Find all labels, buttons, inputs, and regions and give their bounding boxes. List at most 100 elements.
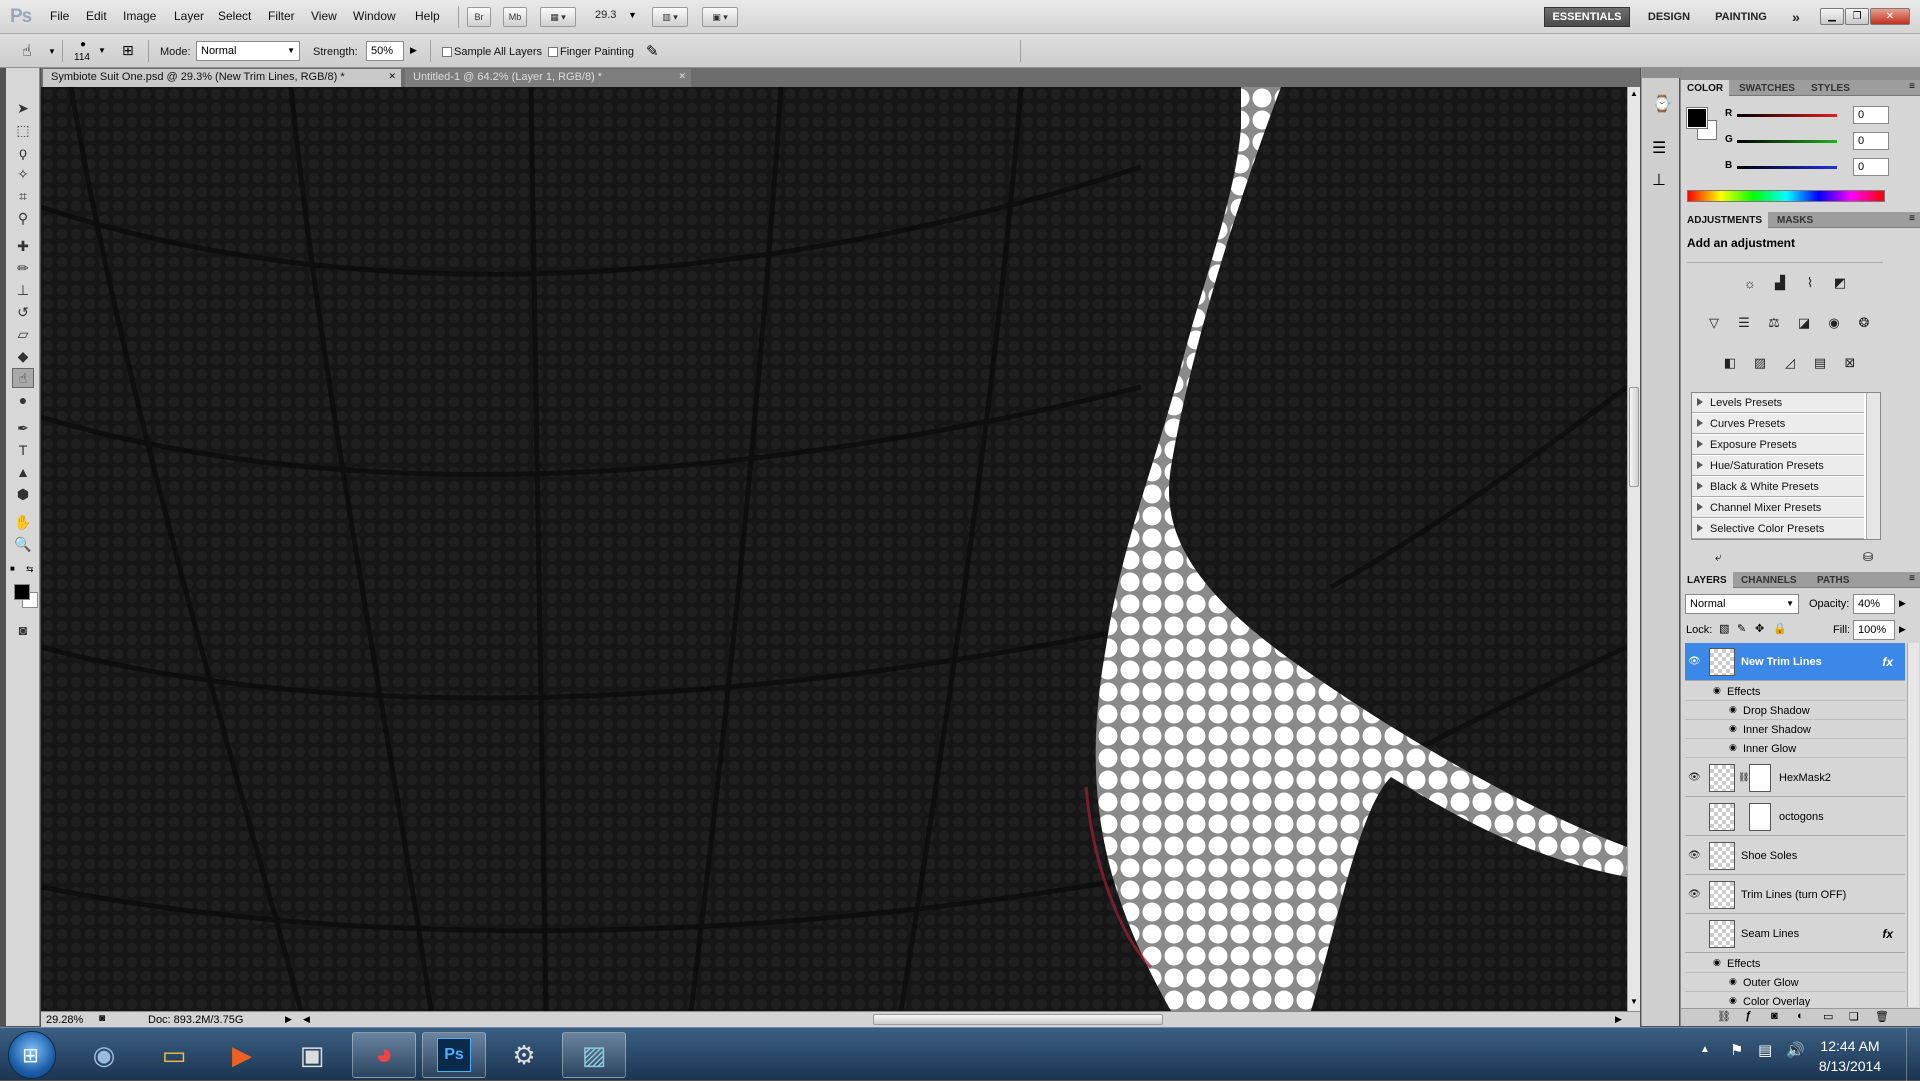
vertical-scrollbar[interactable]: ▲ ▼	[1627, 87, 1640, 1011]
restore-button[interactable]: ❐	[1845, 8, 1869, 25]
add-layer-style-icon[interactable]: ƒ	[1745, 1010, 1751, 1022]
view-extras-dropdown[interactable]: ▦ ▾	[540, 7, 576, 27]
effect-eye-icon[interactable]: ◉	[1729, 995, 1737, 1006]
effect-eye-icon[interactable]: ◉	[1713, 685, 1721, 696]
delete-layer-icon[interactable]: 🗑	[1875, 1010, 1889, 1023]
panel-menu-icon[interactable]: ≡	[1909, 573, 1915, 584]
layer-row-new-trim-lines[interactable]: 👁 New Trim Lines fx	[1685, 643, 1905, 681]
document-tab-untitled[interactable]: Untitled-1 @ 64.2% (Layer 1, RGB/8) * ✕	[405, 69, 691, 87]
layer-blend-mode-select[interactable]: Normal ▼	[1685, 594, 1799, 614]
taskbar-app-explorer[interactable]: ▭	[142, 1032, 206, 1078]
red-slider[interactable]	[1737, 114, 1837, 117]
lock-pixels-icon[interactable]: ✎	[1737, 622, 1746, 635]
add-mask-icon[interactable]: ◙	[1771, 1010, 1778, 1022]
brush-picker-dropdown-icon[interactable]: ▼	[98, 46, 106, 55]
brush-tool-icon[interactable]: ✏	[12, 258, 34, 278]
effect-eye-icon[interactable]: ◉	[1729, 976, 1737, 987]
tab-color[interactable]: COLOR	[1681, 80, 1730, 96]
color-ramp[interactable]	[1687, 190, 1885, 202]
mask-link-icon[interactable]: ⛓	[1738, 772, 1749, 783]
menu-edit[interactable]: Edit	[86, 9, 107, 23]
effect-row-inner-shadow[interactable]: ◉ Inner Shadow	[1685, 720, 1905, 739]
mini-bridge-button[interactable]: Mb	[503, 7, 527, 27]
preset-item-channel-mixer[interactable]: Channel Mixer Presets	[1692, 498, 1864, 518]
eyedropper-tool-icon[interactable]: ⚲	[12, 208, 34, 228]
effect-row-color-overlay[interactable]: ◉ Color Overlay	[1685, 992, 1905, 1007]
menu-select[interactable]: Select	[218, 9, 251, 23]
photo-filter-icon[interactable]: ◉	[1823, 312, 1845, 334]
taskbar-app-monitor[interactable]: ▣	[280, 1032, 344, 1078]
preset-item-selective-color[interactable]: Selective Color Presets	[1692, 519, 1864, 539]
brightness-contrast-icon[interactable]: ☼	[1739, 272, 1761, 294]
move-tool-icon[interactable]: ➤	[12, 98, 34, 118]
tab-styles[interactable]: STYLES	[1805, 80, 1856, 96]
quick-mask-icon[interactable]: ◙	[12, 620, 34, 640]
path-selection-tool-icon[interactable]: ▲	[12, 462, 34, 482]
preset-item-exposure[interactable]: Exposure Presets	[1692, 435, 1864, 455]
foreground-color-swatch[interactable]	[14, 584, 30, 600]
effect-row-drop-shadow[interactable]: ◉ Drop Shadow	[1685, 701, 1905, 720]
color-foreground-swatch[interactable]	[1686, 107, 1708, 129]
threshold-icon[interactable]: ◿	[1779, 352, 1801, 374]
selective-color-icon[interactable]: ⊠	[1839, 352, 1861, 374]
brush-presets-panel-icon[interactable]: ☰	[1652, 138, 1666, 158]
vibrance-icon[interactable]: ▽	[1703, 312, 1725, 334]
taskbar-app-photo-viewer[interactable]: ▨	[562, 1032, 626, 1078]
close-button[interactable]: ✕	[1870, 8, 1910, 25]
taskbar-app-steam[interactable]: ⚙	[492, 1032, 556, 1078]
effect-eye-icon[interactable]: ◉	[1713, 957, 1721, 968]
black-white-icon[interactable]: ◪	[1793, 312, 1815, 334]
clone-source-panel-icon[interactable]: ⊥	[1652, 170, 1666, 190]
tab-masks[interactable]: MASKS	[1771, 212, 1819, 228]
crop-tool-icon[interactable]: ⌗	[12, 186, 34, 206]
return-to-list-icon[interactable]: ⤶	[1715, 550, 1722, 565]
channel-mixer-icon[interactable]: ❂	[1853, 312, 1875, 334]
green-value-input[interactable]: 0	[1853, 132, 1889, 150]
healing-brush-tool-icon[interactable]: ✚	[12, 236, 34, 256]
finger-painting-checkbox[interactable]	[548, 47, 558, 57]
workspace-painting[interactable]: PAINTING	[1708, 7, 1774, 27]
color-balance-icon[interactable]: ⚖	[1763, 312, 1785, 334]
invert-icon[interactable]: ◧	[1719, 352, 1741, 374]
effect-row-inner-glow[interactable]: ◉ Inner Glow	[1685, 739, 1905, 758]
zoom-dropdown-icon[interactable]: ▼	[628, 10, 637, 20]
effect-row-outer-glow[interactable]: ◉ Outer Glow	[1685, 973, 1905, 992]
preset-item-levels[interactable]: Levels Presets	[1692, 393, 1864, 413]
presets-scrollbar[interactable]	[1866, 393, 1880, 539]
clip-to-layer-icon[interactable]: ⛁	[1863, 550, 1873, 564]
preset-item-curves[interactable]: Curves Presets	[1692, 414, 1864, 434]
smudge-tool-icon[interactable]: ☝	[12, 368, 34, 388]
tab-close-icon[interactable]: ✕	[388, 71, 396, 82]
arrange-documents-dropdown[interactable]: ▥ ▾	[652, 7, 688, 27]
menu-help[interactable]: Help	[415, 9, 440, 23]
opacity-slider-arrow-icon[interactable]: ▶	[1899, 598, 1906, 609]
brush-panel-toggle-icon[interactable]: ⊞	[122, 42, 134, 59]
visibility-eye-icon[interactable]: 👁	[1688, 656, 1702, 667]
quick-selection-tool-icon[interactable]: ✧	[12, 164, 34, 184]
layer-row-octogons[interactable]: octogons	[1685, 798, 1905, 836]
layer-row-shoe-soles[interactable]: 👁 Shoe Soles	[1685, 837, 1905, 875]
strength-input[interactable]: 50%	[366, 41, 404, 61]
status-menu-arrow-icon[interactable]: ▶	[285, 1014, 292, 1025]
menu-layer[interactable]: Layer	[174, 9, 204, 23]
document-tab-symbiote[interactable]: Symbiote Suit One.psd @ 29.3% (New Trim …	[43, 69, 401, 87]
new-adjustment-layer-icon[interactable]: ◐	[1797, 1010, 1804, 1022]
levels-icon[interactable]: ▟	[1769, 272, 1791, 294]
link-layers-icon[interactable]: ⛓	[1717, 1010, 1731, 1023]
shape-tool-icon[interactable]: ⬢	[12, 484, 34, 504]
exposure-icon[interactable]: ◩	[1829, 272, 1851, 294]
zoom-level-field[interactable]: 29.3	[595, 9, 616, 21]
taskbar-app-mediacenter[interactable]: ◉	[72, 1032, 136, 1078]
workspace-essentials[interactable]: ESSENTIALS	[1544, 7, 1630, 27]
layer-row-seam-lines[interactable]: Seam Lines fx	[1685, 915, 1905, 953]
opacity-input[interactable]: 40%	[1853, 594, 1895, 614]
panel-menu-icon[interactable]: ≡	[1909, 81, 1915, 92]
sample-all-layers-checkbox[interactable]	[442, 47, 452, 57]
curves-icon[interactable]: ⌇	[1799, 272, 1821, 294]
action-center-flag-icon[interactable]: ⚑	[1730, 1041, 1743, 1059]
pen-tool-icon[interactable]: ✒	[12, 418, 34, 438]
scroll-down-icon[interactable]: ▼	[1630, 997, 1638, 1006]
document-canvas[interactable]	[41, 87, 1627, 1011]
visibility-eye-icon[interactable]: 👁	[1688, 850, 1702, 861]
show-desktop-button[interactable]	[1906, 1028, 1920, 1081]
